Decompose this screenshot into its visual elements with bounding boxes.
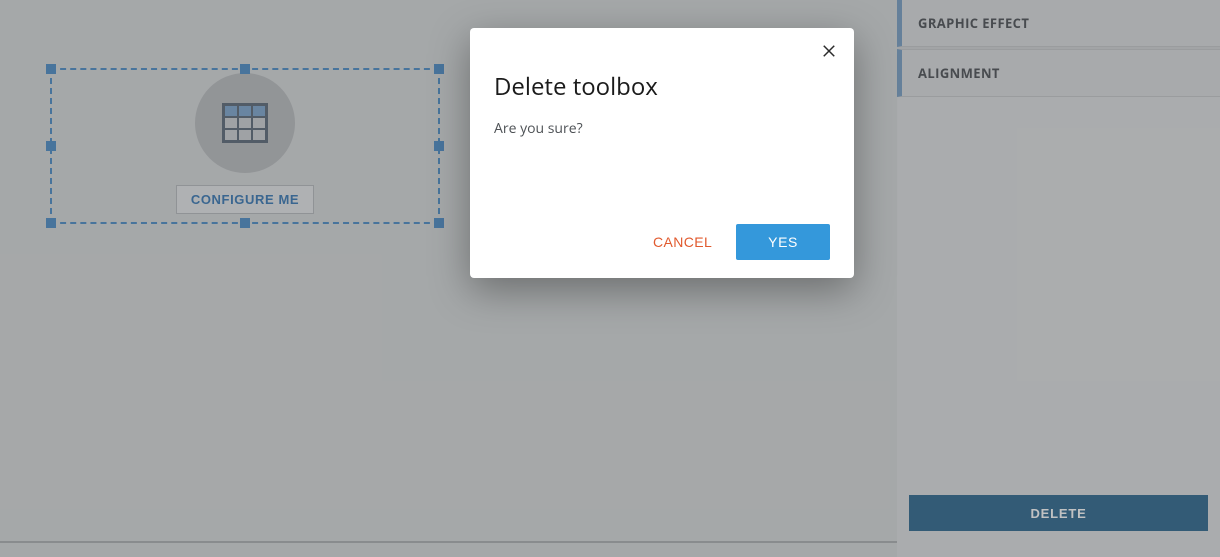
close-icon[interactable] (820, 42, 840, 62)
dialog-message: Are you sure? (494, 119, 830, 138)
cancel-button[interactable]: CANCEL (649, 224, 716, 260)
resize-handle-top-left[interactable] (46, 64, 56, 74)
confirm-yes-button[interactable]: YES (736, 224, 830, 260)
resize-handle-top-right[interactable] (434, 64, 444, 74)
properties-sidebar: GRAPHIC EFFECT ALIGNMENT DELETE (897, 0, 1220, 557)
delete-confirm-dialog: Delete toolbox Are you sure? CANCEL YES (470, 28, 854, 278)
dialog-title: Delete toolbox (494, 70, 830, 103)
resize-handle-bottom-right[interactable] (434, 218, 444, 228)
canvas-divider (0, 541, 897, 543)
resize-handle-middle-right[interactable] (434, 141, 444, 151)
resize-handle-middle-left[interactable] (46, 141, 56, 151)
dialog-actions: CANCEL YES (494, 224, 830, 260)
delete-button[interactable]: DELETE (909, 495, 1208, 531)
configure-me-button[interactable]: CONFIGURE ME (176, 185, 314, 214)
resize-handle-bottom-center[interactable] (240, 218, 250, 228)
toolbox-widget-placeholder (195, 73, 295, 173)
selected-widget-frame[interactable]: CONFIGURE ME (50, 68, 440, 224)
accordion-graphic-effect[interactable]: GRAPHIC EFFECT (897, 0, 1220, 47)
resize-handle-bottom-left[interactable] (46, 218, 56, 228)
accordion-alignment[interactable]: ALIGNMENT (897, 49, 1220, 97)
table-grid-icon (222, 103, 268, 143)
resize-handle-top-center[interactable] (240, 64, 250, 74)
